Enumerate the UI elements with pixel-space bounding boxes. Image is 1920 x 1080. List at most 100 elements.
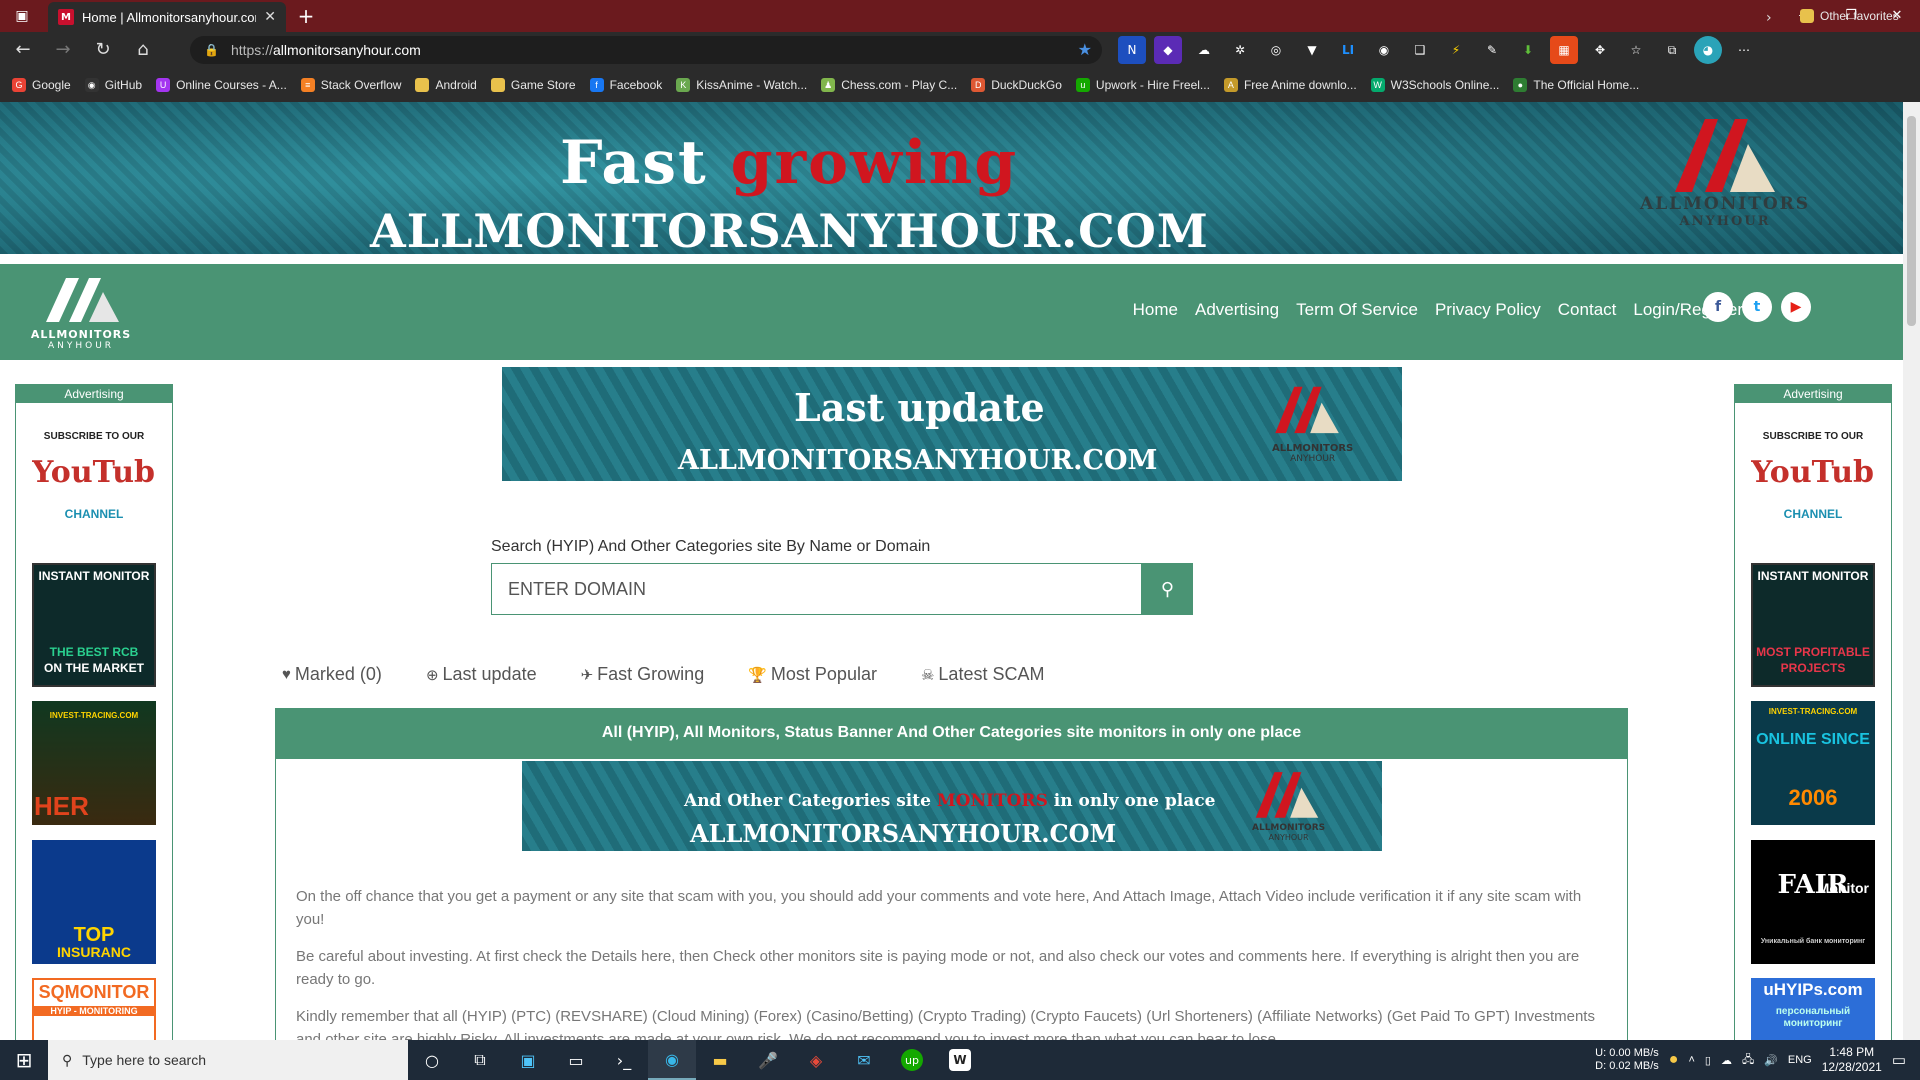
target-extension-icon[interactable]: ◉ xyxy=(1370,36,1398,64)
forward-icon[interactable]: → xyxy=(46,35,80,65)
nav-contact[interactable]: Contact xyxy=(1558,300,1617,320)
nav-advertising[interactable]: Advertising xyxy=(1195,300,1279,320)
bookmarks-overflow-icon[interactable]: › xyxy=(1766,10,1772,26)
bookmark-item[interactable]: ≡ Stack Overflow xyxy=(300,78,401,92)
favorites-icon[interactable]: ☆ xyxy=(1622,36,1650,64)
notifications-icon[interactable]: ▭ xyxy=(1892,1051,1906,1069)
microphone-icon[interactable]: 🎤 xyxy=(744,1040,792,1080)
bookmark-item[interactable]: G Google xyxy=(12,78,71,92)
bookmark-item[interactable]: u Upwork - Hire Freel... xyxy=(1075,78,1210,92)
profile-avatar[interactable]: ◕ xyxy=(1694,36,1722,64)
favorite-star-icon[interactable]: ★ xyxy=(1078,40,1092,59)
cortana-icon[interactable]: ○ xyxy=(408,1040,456,1080)
battery-icon[interactable]: ▯ xyxy=(1705,1054,1711,1067)
domain-search-input[interactable] xyxy=(491,563,1142,615)
bookmark-item[interactable]: Game Store xyxy=(490,78,576,92)
hero-banner[interactable]: Fast growing ALLMONITORSANYHOUR.COM ALLM… xyxy=(0,102,1903,254)
address-bar[interactable]: 🔒 https://allmonitorsanyhour.com ★ xyxy=(190,36,1102,64)
youtube-icon[interactable]: ▶ xyxy=(1781,292,1811,322)
bookmark-item[interactable]: ● The Official Home... xyxy=(1513,78,1639,92)
tab-close-icon[interactable]: ✕ xyxy=(264,9,276,25)
facebook-icon[interactable]: f xyxy=(1703,292,1733,322)
file-explorer-icon[interactable]: ▬ xyxy=(696,1040,744,1080)
bookmark-item[interactable]: f Facebook xyxy=(589,78,662,92)
nav-terms[interactable]: Term Of Service xyxy=(1296,300,1418,320)
ad-instant-monitor[interactable]: INSTANT MONITOR MOST PROFITABLE PROJECTS xyxy=(1751,563,1875,687)
search-button[interactable]: ⚲ xyxy=(1142,563,1193,615)
monitors-banner[interactable]: And Other Categories site MONITORS in on… xyxy=(522,761,1382,851)
last-update-banner[interactable]: Last update ALLMONITORSANYHOUR.COM ALLMO… xyxy=(502,367,1402,481)
upwork-icon[interactable]: up xyxy=(888,1040,936,1080)
tab-marked[interactable]: ♥ Marked (0) xyxy=(282,664,382,685)
ad-instant-monitor[interactable]: INSTANT MONITOR THE BEST RCB ON THE MARK… xyxy=(32,563,156,687)
site-brand-logo[interactable]: ALLMONITORS ANYHOUR xyxy=(30,274,132,351)
browser-tab[interactable]: M Home | Allmonitorsanyhour.com ✕ xyxy=(48,2,286,32)
ad-sqmonitor[interactable]: SQMONITOR HYIP - MONITORING xyxy=(32,978,156,1040)
chevron-up-icon[interactable]: ˄ xyxy=(1688,1054,1694,1066)
taskbar-search[interactable]: ⚲ Type here to search xyxy=(48,1040,408,1080)
twitter-icon[interactable]: t xyxy=(1742,292,1772,322)
language-indicator[interactable]: ENG xyxy=(1788,1054,1812,1066)
bookmark-item[interactable]: Android xyxy=(415,78,477,92)
bookmark-item[interactable]: W W3Schools Online... xyxy=(1370,78,1499,92)
volume-icon[interactable]: 🔊 xyxy=(1764,1054,1778,1067)
network-icon[interactable]: 🖧 xyxy=(1742,1051,1754,1070)
app-icon[interactable]: ◈ xyxy=(792,1040,840,1080)
tab-most-popular[interactable]: 🏆 Most Popular xyxy=(748,664,877,685)
home-icon[interactable]: ⌂ xyxy=(126,35,160,65)
collections-icon[interactable]: ⧉ xyxy=(1658,36,1686,64)
refresh-icon[interactable]: ↻ xyxy=(86,35,120,65)
store-icon[interactable]: ▣ xyxy=(504,1040,552,1080)
pen-extension-icon[interactable]: ✎ xyxy=(1478,36,1506,64)
weather-icon[interactable]: ● xyxy=(1669,1051,1679,1069)
cloud-extension-icon[interactable]: ☁ xyxy=(1190,36,1218,64)
bookmark-item[interactable]: ♟ Chess.com - Play C... xyxy=(821,78,957,92)
more-menu-icon[interactable]: ⋯ xyxy=(1730,36,1758,64)
edge-icon[interactable]: ◉ xyxy=(648,1040,696,1080)
tab-latest-scam[interactable]: ☠ Latest SCAM xyxy=(921,664,1045,685)
ad-youtube-subscribe[interactable]: SUBSCRIBE TO OUR YouTube CHANNEL xyxy=(32,425,156,549)
mail-icon[interactable]: ✉ xyxy=(840,1040,888,1080)
ad-fair-monitor[interactable]: FAIR Monitor Уникальный банк мониторинг xyxy=(1751,840,1875,964)
ad-uhyips[interactable]: uHYIPs.com персональный мониторинг xyxy=(1751,978,1875,1040)
cloud-icon[interactable]: ☁ xyxy=(1721,1054,1732,1067)
bolt-extension-icon[interactable]: ⚡ xyxy=(1442,36,1470,64)
new-tab-button[interactable]: + xyxy=(294,4,318,28)
ad-invest-tracing[interactable]: INVEST-TRACING.COM HER xyxy=(32,701,156,825)
wordpress-icon[interactable]: W xyxy=(936,1040,984,1080)
ad-invest-tracing-online[interactable]: INVEST-TRACING.COM ONLINE SINCE 2006 xyxy=(1751,701,1875,825)
scrollbar-thumb[interactable] xyxy=(1907,116,1916,326)
task-view-icon[interactable]: ⧉ xyxy=(456,1040,504,1080)
back-icon[interactable]: ← xyxy=(6,35,40,65)
gear-extension-icon[interactable]: ✲ xyxy=(1226,36,1254,64)
page-scrollbar[interactable] xyxy=(1903,102,1920,1040)
download-extension-icon[interactable]: ⬇ xyxy=(1514,36,1542,64)
adblock-extension-icon[interactable]: ◎ xyxy=(1262,36,1290,64)
skull-icon: ☠ xyxy=(920,666,935,684)
puzzle-extensions-icon[interactable]: ✥ xyxy=(1586,36,1614,64)
bookmark-item[interactable]: U Online Courses - A... xyxy=(156,78,287,92)
layers-extension-icon[interactable]: ❑ xyxy=(1406,36,1434,64)
nav-home[interactable]: Home xyxy=(1133,300,1178,320)
ad-top-insurance[interactable]: TOP INSURANC xyxy=(32,840,156,964)
other-favorites-folder[interactable]: Other favorites xyxy=(1800,9,1899,23)
nav-privacy[interactable]: Privacy Policy xyxy=(1435,300,1541,320)
terminal-icon[interactable]: ▭ xyxy=(552,1040,600,1080)
v-extension-icon[interactable]: ▼ xyxy=(1298,36,1326,64)
bookmark-favicon-icon: D xyxy=(971,78,986,92)
clock[interactable]: 1:48 PM 12/28/2021 xyxy=(1822,1045,1882,1075)
bookmark-item[interactable]: A Free Anime downlo... xyxy=(1223,78,1357,92)
bookmark-item[interactable]: D DuckDuckGo xyxy=(971,78,1062,92)
li-extension-icon[interactable]: LI xyxy=(1334,36,1362,64)
tab-last-update[interactable]: ⊕ Last update xyxy=(426,664,537,685)
tab-actions-icon[interactable]: ▣ xyxy=(10,6,34,26)
color-extension-icon[interactable]: ▦ xyxy=(1550,36,1578,64)
cmd-icon[interactable]: ›_ xyxy=(600,1040,648,1080)
news-extension-icon[interactable]: N xyxy=(1118,36,1146,64)
ad-youtube-subscribe[interactable]: SUBSCRIBE TO OUR YouTube CHANNEL xyxy=(1751,425,1875,549)
start-button[interactable]: ⊞ xyxy=(0,1040,48,1080)
purple-extension-icon[interactable]: ◆ xyxy=(1154,36,1182,64)
bookmark-item[interactable]: K KissAnime - Watch... xyxy=(676,78,807,92)
bookmark-item[interactable]: ◉ GitHub xyxy=(84,78,142,92)
tab-fast-growing[interactable]: ✈ Fast Growing xyxy=(581,664,705,685)
